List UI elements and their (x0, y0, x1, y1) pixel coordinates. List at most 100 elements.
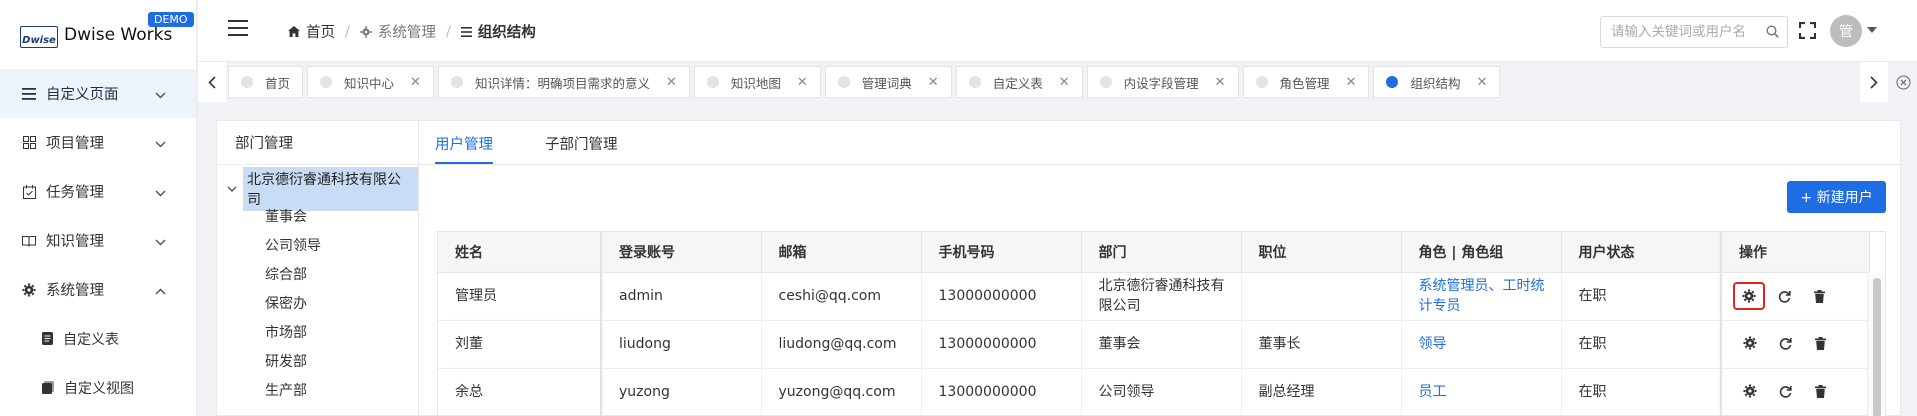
close-icon[interactable]: ✕ (797, 75, 808, 90)
tab-custom-table[interactable]: 自定义表 ✕ (955, 66, 1083, 98)
sidebar-subitem-custom-view[interactable]: 自定义视图 (0, 363, 196, 412)
tab-label: 知识详情：明确项目需求的意义 (474, 75, 650, 91)
search-icon[interactable] (1766, 25, 1779, 42)
tabs-scroll-right-icon[interactable] (1860, 62, 1888, 102)
breadcrumb-current: 组织结构 (460, 21, 536, 42)
tree-node[interactable]: 研发部 (217, 346, 418, 375)
chevron-down-icon (155, 185, 166, 201)
column-header: 操作 (1720, 232, 1870, 273)
close-icon[interactable]: ✕ (410, 75, 421, 90)
cell-dept: 北京德衍睿通科技有限公司 (1081, 272, 1242, 321)
tabs-list: 首页 知识中心 ✕ 知识详情：明确项目需求的意义 ✕ 知识地图 ✕ 管理词典 ✕… (228, 66, 1504, 98)
column-header: 部门 (1081, 232, 1242, 273)
book-icon (22, 234, 36, 248)
sidebar-item-label: 系统管理 (46, 283, 104, 299)
fullscreen-icon[interactable] (1798, 21, 1817, 43)
menu-toggle-icon[interactable] (228, 20, 248, 36)
settings-gear-icon[interactable] (1739, 332, 1761, 354)
cell-email: yuzong@qq.com (761, 368, 922, 416)
tree-node[interactable]: 综合部 (217, 259, 418, 288)
cell-account: admin (601, 272, 762, 321)
breadcrumb-label: 系统管理 (377, 25, 436, 41)
tree-node[interactable]: 保密办 (217, 288, 418, 317)
demo-badge: DEMO (148, 12, 194, 27)
tab-user-management[interactable]: 用户管理 (435, 133, 493, 164)
scrollbar-thumb[interactable] (1873, 278, 1881, 416)
cell-role: 领导 (1401, 320, 1562, 369)
tab-label: 组织结构 (1410, 75, 1461, 91)
delete-icon[interactable] (1810, 333, 1832, 355)
logo[interactable]: Dwise Dwise Works DEMO (0, 0, 196, 66)
close-icon[interactable]: ✕ (1059, 75, 1070, 90)
delete-icon[interactable] (1809, 286, 1831, 308)
gear-icon (22, 283, 36, 297)
new-user-button[interactable]: + 新建用户 (1787, 181, 1886, 213)
tab-org-structure[interactable]: 组织结构 ✕ (1373, 66, 1501, 98)
close-all-tabs-icon[interactable] (1889, 62, 1917, 102)
tab-status-dot (320, 76, 333, 88)
sidebar-item-label: 任务管理 (46, 185, 104, 201)
tab-status-dot (1255, 76, 1268, 88)
chevron-down-icon (155, 136, 166, 152)
tab-label: 自定义表 (992, 75, 1043, 91)
tree-node[interactable]: 市场部 (217, 317, 418, 346)
caret-down-icon[interactable] (1867, 27, 1877, 33)
sidebar-item-system[interactable]: 系统管理 (0, 265, 196, 314)
tab-knowledge-map[interactable]: 知识地图 ✕ (693, 66, 821, 98)
breadcrumb-system[interactable]: 系统管理 (360, 21, 436, 42)
sidebar-item-custom-pages[interactable]: 自定义页面 (0, 69, 196, 118)
role-link[interactable]: 领导 (1419, 336, 1447, 352)
tree-node-root[interactable]: 北京德衍睿通科技有限公司 (217, 167, 418, 211)
chevron-down-icon (155, 87, 166, 103)
cell-status: 在职 (1561, 368, 1722, 416)
table-scrollbar[interactable] (1867, 274, 1885, 416)
tabs-scroll-left-icon[interactable] (198, 62, 226, 102)
sidebar-item-project[interactable]: 项目管理 (0, 118, 196, 167)
tab-builtin-fields[interactable]: 内设字段管理 ✕ (1086, 66, 1239, 98)
search-input[interactable] (1601, 17, 1751, 47)
top-header: 首页 / 系统管理 / 组织结构 管 (198, 0, 1917, 62)
avatar[interactable]: 管 (1830, 15, 1862, 47)
sidebar-item-knowledge[interactable]: 知识管理 (0, 216, 196, 265)
subtabs: 用户管理 子部门管理 (419, 121, 1901, 165)
tab-role-management[interactable]: 角色管理 ✕ (1242, 66, 1370, 98)
breadcrumb: 首页 / 系统管理 / 组织结构 (288, 21, 536, 42)
close-icon[interactable]: ✕ (666, 75, 677, 90)
sidebar-menu: 自定义页面 项目管理 任务管理 知识管理 系统管理 自定义表 自定义视图 (0, 69, 196, 412)
breadcrumb-label: 首页 (306, 25, 335, 41)
tab-status-dot (968, 76, 981, 88)
sidebar-subitem-custom-table[interactable]: 自定义表 (0, 314, 196, 363)
tab-knowledge-detail[interactable]: 知识详情：明确项目需求的意义 ✕ (437, 66, 690, 98)
chevron-down-icon[interactable] (227, 186, 237, 192)
table-header-row: 姓名 登录账号 邮箱 手机号码 部门 职位 角色 | 角色组 用户状态 操作 (438, 232, 1870, 273)
task-icon (22, 184, 36, 199)
role-link[interactable]: 员工 (1419, 384, 1447, 400)
tab-home[interactable]: 首页 (228, 66, 304, 98)
tab-status-dot (1099, 76, 1112, 88)
grid-icon (22, 136, 36, 150)
cell-name: 刘董 (438, 320, 602, 369)
settings-gear-icon[interactable] (1739, 380, 1761, 402)
tree-node[interactable]: 生产部 (217, 375, 418, 404)
close-icon[interactable]: ✕ (928, 75, 939, 90)
cell-position (1241, 272, 1402, 321)
cell-position: 副总经理 (1241, 368, 1402, 416)
close-icon[interactable]: ✕ (1215, 75, 1226, 90)
settings-gear-icon[interactable] (1733, 282, 1765, 310)
sidebar-item-task[interactable]: 任务管理 (0, 167, 196, 216)
close-icon[interactable]: ✕ (1346, 75, 1357, 90)
gear-icon (360, 25, 372, 38)
role-link[interactable]: 系统管理员、工时统计专员 (1419, 278, 1545, 314)
tab-management-dictionary[interactable]: 管理词典 ✕ (824, 66, 952, 98)
tab-knowledge-center[interactable]: 知识中心 ✕ (307, 66, 434, 98)
reset-password-icon[interactable] (1774, 381, 1796, 403)
reset-password-icon[interactable] (1774, 333, 1796, 355)
tab-sub-department[interactable]: 子部门管理 (545, 133, 618, 164)
column-header: 用户状态 (1561, 232, 1722, 273)
reset-password-icon[interactable] (1773, 286, 1795, 308)
delete-icon[interactable] (1810, 381, 1832, 403)
breadcrumb-home[interactable]: 首页 (288, 21, 335, 42)
tree-node[interactable]: 公司领导 (217, 230, 418, 259)
cell-actions (1720, 272, 1870, 321)
close-icon[interactable]: ✕ (1476, 75, 1487, 90)
